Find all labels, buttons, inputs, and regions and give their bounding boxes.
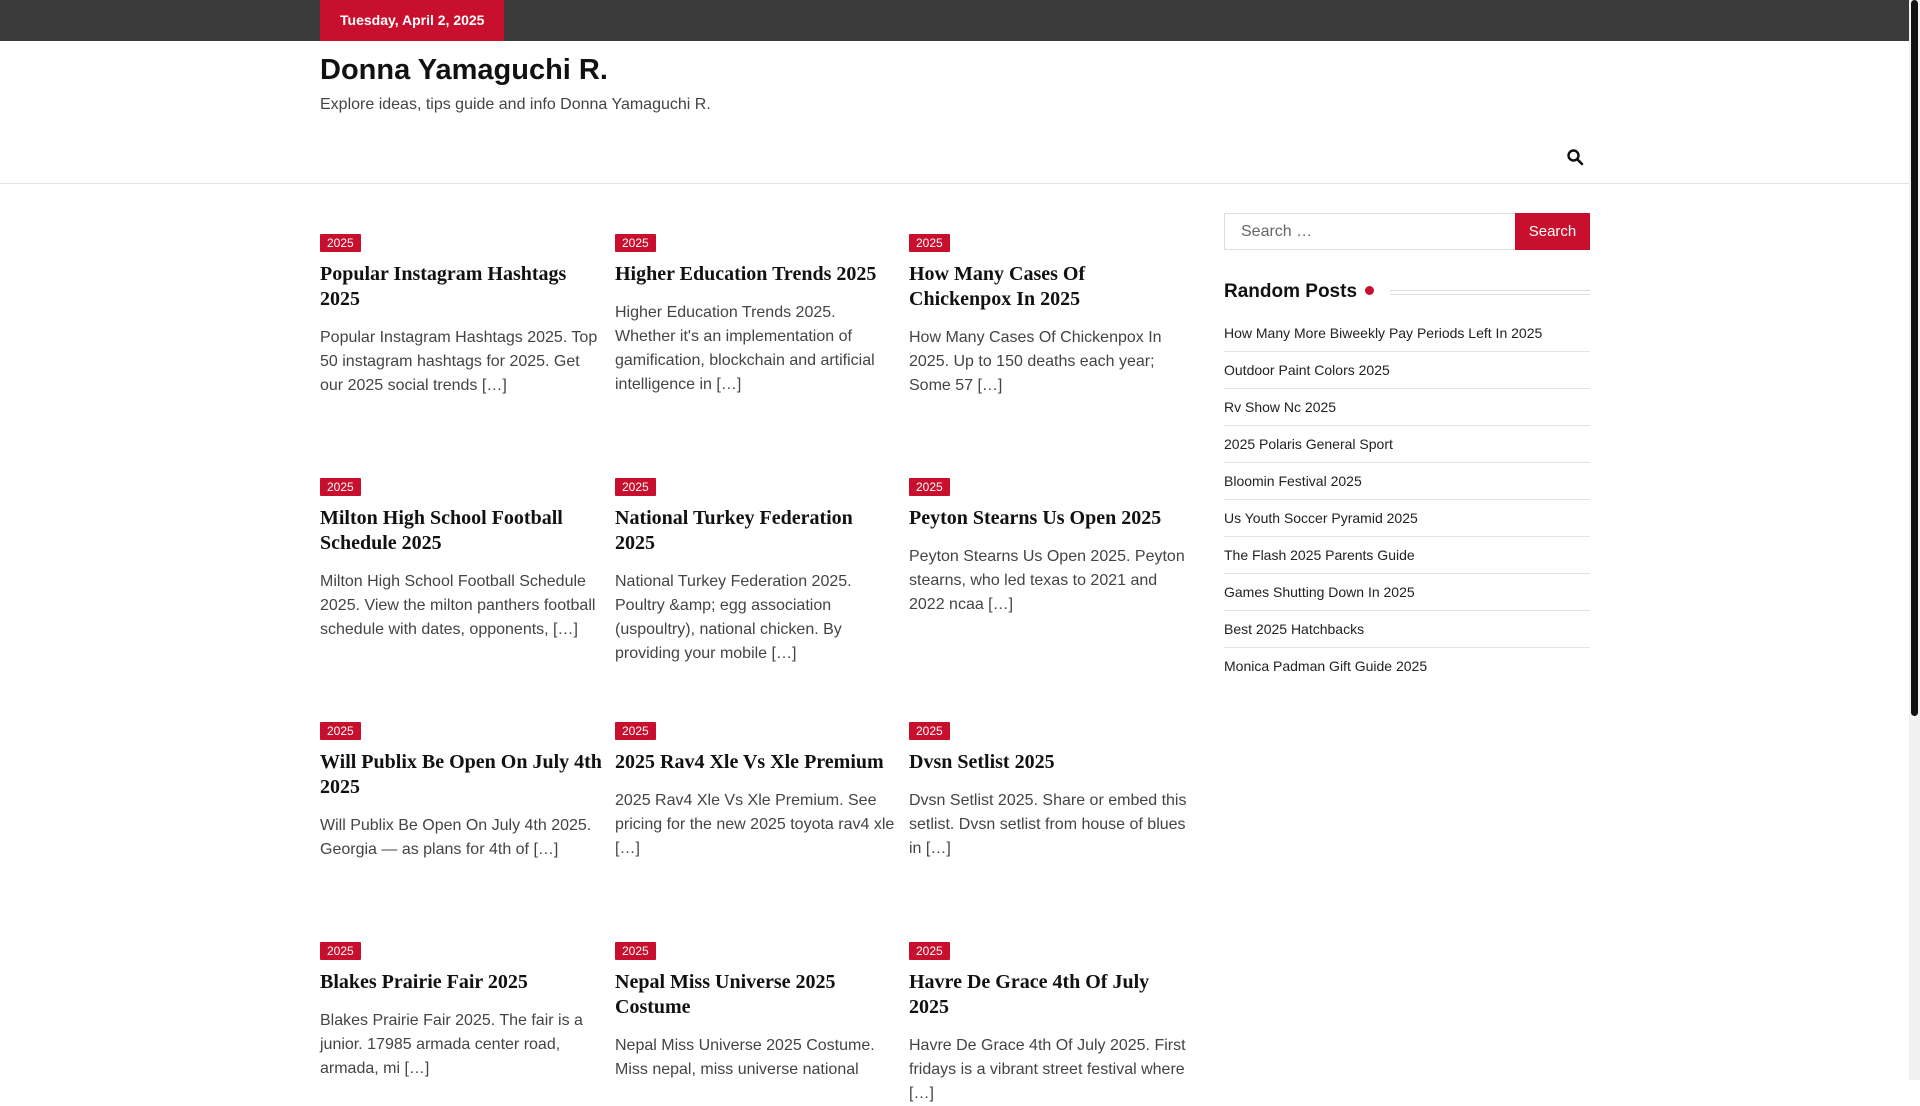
post-card: 2025 Will Publix Be Open On July 4th 202…	[320, 722, 606, 862]
post-title[interactable]: Havre De Grace 4th Of July 2025	[909, 970, 1191, 1020]
post-excerpt: Peyton Stearns Us Open 2025. Peyton stea…	[909, 548, 1185, 613]
random-post-link[interactable]: Monica Padman Gift Guide 2025	[1224, 658, 1427, 674]
category-badge[interactable]: 2025	[909, 478, 950, 496]
random-posts-list: How Many More Biweekly Pay Periods Left …	[1224, 315, 1590, 684]
random-post-link[interactable]: Rv Show Nc 2025	[1224, 399, 1336, 415]
category-badge[interactable]: 2025	[615, 234, 656, 252]
search-button[interactable]: Search	[1515, 213, 1590, 250]
post-title[interactable]: Peyton Stearns Us Open 2025	[909, 506, 1191, 531]
category-badge[interactable]: 2025	[615, 722, 656, 740]
post-title[interactable]: Milton High School Football Schedule 202…	[320, 506, 606, 556]
post-excerpt: Blakes Prairie Fair 2025. The fair is a …	[320, 1012, 583, 1077]
category-badge[interactable]: 2025	[909, 234, 950, 252]
post-card: 2025 Peyton Stearns Us Open 2025 Peyton …	[909, 478, 1191, 617]
search-input[interactable]	[1224, 213, 1515, 250]
current-date: Tuesday, April 2, 2025	[320, 0, 505, 41]
post-title[interactable]: Will Publix Be Open On July 4th 2025	[320, 750, 606, 800]
list-item: Bloomin Festival 2025	[1224, 463, 1590, 500]
post-excerpt: Dvsn Setlist 2025. Share or embed this s…	[909, 792, 1187, 857]
list-item: Best 2025 Hatchbacks	[1224, 611, 1590, 648]
site-title[interactable]: Donna Yamaguchi R.	[320, 54, 608, 87]
scrollbar-thumb[interactable]	[1911, 0, 1918, 716]
category-badge[interactable]: 2025	[320, 478, 361, 496]
post-excerpt: Will Publix Be Open On July 4th 2025. Ge…	[320, 817, 592, 858]
random-post-link[interactable]: Bloomin Festival 2025	[1224, 473, 1362, 489]
category-badge[interactable]: 2025	[320, 234, 361, 252]
random-post-link[interactable]: The Flash 2025 Parents Guide	[1224, 547, 1415, 563]
post-title[interactable]: Higher Education Trends 2025	[615, 262, 895, 287]
widget-title: Random Posts	[1224, 281, 1364, 302]
category-badge[interactable]: 2025	[615, 942, 656, 960]
post-card: 2025 Milton High School Football Schedul…	[320, 478, 606, 642]
search-form: Search	[1224, 213, 1590, 250]
category-badge[interactable]: 2025	[615, 478, 656, 496]
post-card: 2025 Blakes Prairie Fair 2025 Blakes Pra…	[320, 942, 606, 1081]
search-icon[interactable]	[1566, 148, 1584, 166]
post-excerpt: Nepal Miss Universe 2025 Costume. Miss n…	[615, 1037, 875, 1078]
site-description: Explore ideas, tips guide and info Donna…	[320, 96, 711, 113]
random-post-link[interactable]: Outdoor Paint Colors 2025	[1224, 362, 1390, 378]
post-card: 2025 2025 Rav4 Xle Vs Xle Premium 2025 R…	[615, 722, 895, 861]
random-post-link[interactable]: Best 2025 Hatchbacks	[1224, 621, 1364, 637]
post-excerpt: 2025 Rav4 Xle Vs Xle Premium. See pricin…	[615, 792, 895, 857]
post-excerpt: How Many Cases Of Chickenpox In 2025. Up…	[909, 329, 1162, 394]
top-bar: Tuesday, April 2, 2025	[0, 0, 1909, 41]
category-badge[interactable]: 2025	[320, 942, 361, 960]
post-card: 2025 Dvsn Setlist 2025 Dvsn Setlist 2025…	[909, 722, 1191, 861]
random-post-link[interactable]: Us Youth Soccer Pyramid 2025	[1224, 510, 1418, 526]
post-excerpt: Popular Instagram Hashtags 2025. Top 50 …	[320, 329, 598, 394]
random-post-link[interactable]: How Many More Biweekly Pay Periods Left …	[1224, 325, 1542, 341]
random-posts-heading: Random Posts	[1224, 281, 1590, 307]
post-excerpt: Havre De Grace 4th Of July 2025. First f…	[909, 1037, 1186, 1102]
header-divider	[0, 183, 1909, 184]
list-item: Monica Padman Gift Guide 2025	[1224, 648, 1590, 684]
list-item: Outdoor Paint Colors 2025	[1224, 352, 1590, 389]
post-title[interactable]: Nepal Miss Universe 2025 Costume	[615, 970, 895, 1020]
list-item: Rv Show Nc 2025	[1224, 389, 1590, 426]
post-card: 2025 Havre De Grace 4th Of July 2025 Hav…	[909, 942, 1191, 1106]
list-item: How Many More Biweekly Pay Periods Left …	[1224, 315, 1590, 352]
post-card: 2025 National Turkey Federation 2025 Nat…	[615, 478, 895, 666]
category-badge[interactable]: 2025	[909, 942, 950, 960]
post-card: 2025 Popular Instagram Hashtags 2025 Pop…	[320, 234, 606, 398]
post-title[interactable]: 2025 Rav4 Xle Vs Xle Premium	[615, 750, 895, 775]
post-card: 2025 Nepal Miss Universe 2025 Costume Ne…	[615, 942, 895, 1082]
post-card: 2025 Higher Education Trends 2025 Higher…	[615, 234, 895, 397]
post-title[interactable]: How Many Cases Of Chickenpox In 2025	[909, 262, 1191, 312]
list-item: 2025 Polaris General Sport	[1224, 426, 1590, 463]
list-item: Us Youth Soccer Pyramid 2025	[1224, 500, 1590, 537]
post-title[interactable]: National Turkey Federation 2025	[615, 506, 895, 556]
post-excerpt: Higher Education Trends 2025. Whether it…	[615, 304, 875, 393]
sidebar: Search Random Posts How Many More Biweek…	[1224, 213, 1590, 684]
random-post-link[interactable]: 2025 Polaris General Sport	[1224, 436, 1393, 452]
post-card: 2025 How Many Cases Of Chickenpox In 202…	[909, 234, 1191, 398]
list-item: The Flash 2025 Parents Guide	[1224, 537, 1590, 574]
post-title[interactable]: Popular Instagram Hashtags 2025	[320, 262, 606, 312]
category-badge[interactable]: 2025	[909, 722, 950, 740]
list-item: Games Shutting Down In 2025	[1224, 574, 1590, 611]
post-excerpt: National Turkey Federation 2025. Poultry…	[615, 573, 852, 662]
post-excerpt: Milton High School Football Schedule 202…	[320, 573, 596, 638]
category-badge[interactable]: 2025	[320, 722, 361, 740]
post-title[interactable]: Dvsn Setlist 2025	[909, 750, 1191, 775]
post-title[interactable]: Blakes Prairie Fair 2025	[320, 970, 606, 995]
random-post-link[interactable]: Games Shutting Down In 2025	[1224, 584, 1415, 600]
